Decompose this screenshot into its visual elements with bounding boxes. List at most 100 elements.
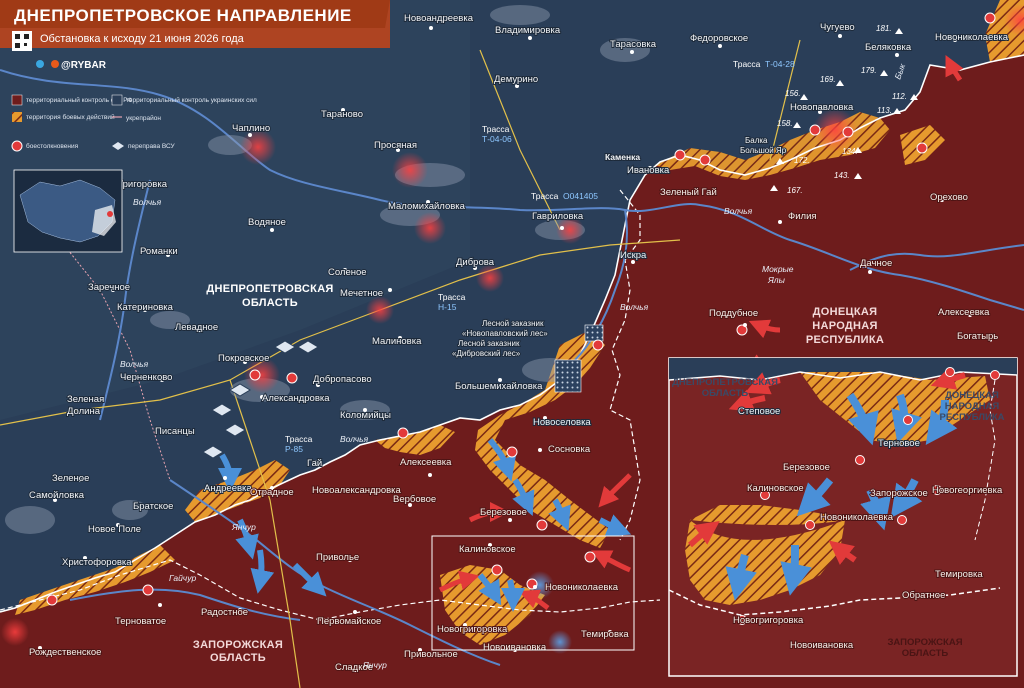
settlement-label: Маломихайловка [388,201,466,212]
forest-reserve-novopavlovsky [584,324,604,342]
settlement-label: Григоровка [118,179,168,190]
reserve-label: «Дибровский лес» [452,349,521,358]
clash-marker [584,551,596,563]
settlement-label: Приволье [316,552,359,563]
settlement-label: Катериновка [117,302,174,313]
settlement-label: Поддубное [709,308,758,319]
settlement-label: Богатырь [957,331,998,342]
settlement-label: Алексеевка [938,307,990,318]
clash-marker [397,427,409,439]
road-label: Трасса [531,191,559,201]
settlement-label: Ивановка [627,165,670,176]
settlement-label: Гай [307,458,322,469]
settlement-label: Новопавловка [790,102,854,113]
settlement-label: Новое Поле [88,524,141,535]
inset-region-label: РЕСПУБЛИКА [939,412,1004,423]
road-label: Т-04-06 [482,134,512,144]
legend-label: территория боевых действий [26,113,115,121]
legend-label: переправа ВСУ [128,143,176,150]
settlement-label: Беляковка [865,42,912,53]
inset-region-label: ДОНЕЦКАЯ [945,390,999,401]
settlement-label: Писанцы [155,426,195,437]
settlement-label: Зеленое [52,473,89,484]
legend-swatch-ua [111,94,123,106]
settlement-label: Добропасово [313,374,372,385]
clash-marker [142,584,154,596]
region-label-dnepro: ДНЕПРОПЕТРОВСКАЯ [206,283,333,295]
settlement-label: Малиновка [372,336,422,347]
settlement-label: Темировка [581,629,629,640]
region-label-donetsk: РЕСПУБЛИКА [806,334,884,346]
settlement-label: Новоалександровка [312,485,402,496]
inset-region-label: ОБЛАСТЬ [702,388,749,399]
clash-marker [46,594,58,606]
clash-marker [674,149,686,161]
settlement-label: Христофоровка [62,557,132,568]
road-label: Трасса [733,59,761,69]
reserve-label: «Новопавловский лес» [462,329,548,338]
settlement-label: Долина [67,406,101,417]
settlement-label: Березовое [480,507,527,518]
settlement-label: Орехово [930,192,968,203]
altitude-label: 158. [777,119,793,128]
settlement-label: Искра [620,250,647,261]
inset-settlement-label: Новоивановка [790,640,854,651]
settlement-label: Заречное [88,282,130,293]
legend-label: укрепрайон [126,114,161,122]
legend-label: боестолкновения [26,142,79,150]
settlement-label: Терноватое [115,616,166,627]
altitude-label: 181. [876,24,892,33]
altitude-label: 143. [834,171,850,180]
inset-map: ДНЕПРОПЕТРОВСКАЯ ОБЛАСТЬ ДОНЕЦКАЯ НАРОДН… [668,357,1018,677]
river-label: Янчур [362,660,387,670]
region-label-donetsk: ДОНЕЦКАЯ [813,306,878,318]
road-label: Трасса [482,124,510,134]
settlement-label: Рождественское [29,647,101,658]
region-label-donetsk: НАРОДНАЯ [812,320,878,332]
locator-map [13,169,123,253]
settlement-label: Гавриловка [532,211,584,222]
clash-marker [984,12,996,24]
settlement-label: Новогригоровка [437,624,508,635]
clash-marker [592,339,604,351]
settlement-label: Тарасовка [610,39,657,50]
settlement-label: Федоровское [690,33,748,44]
clash-marker [491,564,503,576]
altitude-label: 179. [861,66,877,75]
settlement-label: Дачное [860,258,892,269]
settlement-label: Большемихайловка [455,381,543,392]
ua-arrow [500,579,525,612]
road-label: Т-04-28 [765,59,795,69]
clash-marker [809,124,821,136]
settlement-label: Первомайское [317,616,381,627]
settlement-label: Диброва [456,257,495,268]
settlement-label: Привольное [404,649,458,660]
river-label: Гайчур [169,573,196,583]
settlement-label: Водяное [248,217,286,228]
settlement-label: Новоивановка [483,642,547,653]
inset-settlement-label: Обратное [902,590,945,601]
reserve-label: Лесной заказник [482,319,544,328]
operational-map: 181. 179. 169. 156. 112. 113. 158. 134. … [0,0,1024,688]
inset-settlement-label: Новониколаевка [820,512,894,523]
settlement-label: Сосновка [548,444,591,455]
road-label: Р-85 [285,444,303,454]
altitude-label: 113. [877,106,892,115]
ua-arrow [250,549,275,594]
reserve-label: Балка [745,136,768,145]
road-label: Трасса [285,434,313,444]
settlement-label: Владимировка [495,25,561,36]
river-label: Мокрые [762,264,794,274]
settlement-label: Самойловка [29,490,85,501]
region-label-zaporozhye: ЗАПОРОЖСКАЯ [193,639,283,651]
settlement-label: Мечетное [340,288,383,299]
inset-settlement-label: Калиновское [747,483,804,494]
altitude-label: 112. [892,92,907,101]
river-label: Янчур [231,522,256,532]
region-label-dnepro: ОБЛАСТЬ [242,297,298,309]
settlement-label: Вербовое [393,494,436,505]
inset-settlement-label: Новогригоровка [733,615,804,626]
telegram-icon [36,60,44,68]
settlement-label: Левадное [175,322,218,333]
map-title: ДНЕПРОПЕТРОВСКОЕ НАПРАВЛЕНИЕ [14,6,352,25]
